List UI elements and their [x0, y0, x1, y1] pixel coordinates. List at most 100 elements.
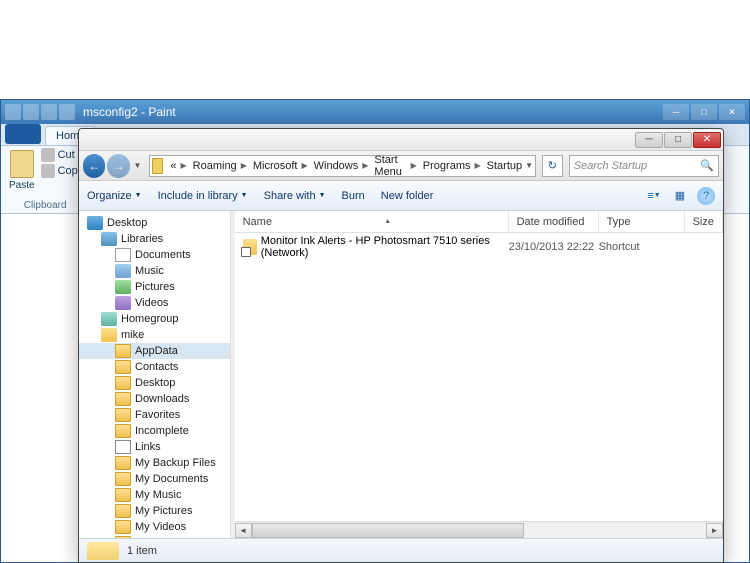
breadcrumb[interactable]: Start Menu▶ — [371, 154, 419, 178]
breadcrumb[interactable]: Roaming▶ — [190, 160, 250, 172]
folder-icon — [115, 344, 131, 358]
paint-titlebar[interactable]: msconfig2 - Paint ─ □ ✕ — [1, 100, 749, 124]
search-input[interactable]: Search Startup 🔍 — [569, 155, 719, 177]
file-name: Monitor Ink Alerts - HP Photosmart 7510 … — [261, 235, 509, 259]
tree-item[interactable]: Incomplete — [79, 423, 230, 439]
paint-maximize-button[interactable]: □ — [691, 104, 717, 120]
help-button[interactable]: ? — [697, 187, 715, 205]
share-with-button[interactable]: Share with▼ — [264, 190, 326, 202]
folder-icon — [115, 472, 131, 486]
file-list[interactable]: Monitor Ink Alerts - HP Photosmart 7510 … — [235, 233, 723, 521]
view-options-button[interactable]: ≡▼ — [645, 187, 663, 205]
breadcrumb[interactable]: Windows▶ — [311, 160, 372, 172]
undo-icon[interactable] — [41, 104, 57, 120]
tree-item-label: Documents — [135, 249, 191, 261]
tree-item[interactable]: Homegroup — [79, 311, 230, 327]
tree-item[interactable]: Libraries — [79, 231, 230, 247]
save-icon[interactable] — [23, 104, 39, 120]
tree-item[interactable]: AppData — [79, 343, 230, 359]
tree-item[interactable]: Downloads — [79, 391, 230, 407]
file-area: Name▲ Date modified Type Size Monitor In… — [235, 211, 723, 538]
folder-icon — [115, 536, 131, 538]
explorer-toolbar: Organize▼ Include in library▼ Share with… — [79, 181, 723, 211]
include-in-library-button[interactable]: Include in library▼ — [158, 190, 248, 202]
column-type[interactable]: Type — [599, 211, 685, 232]
preview-pane-button[interactable]: ▦ — [671, 187, 689, 205]
tree-item-label: Incomplete — [135, 425, 189, 437]
tree-item[interactable]: Favorites — [79, 407, 230, 423]
tree-item[interactable]: My Videos — [79, 519, 230, 535]
nav-history-dropdown[interactable]: ▼ — [132, 156, 143, 176]
column-headers: Name▲ Date modified Type Size — [235, 211, 723, 233]
tree-item[interactable]: Desktop — [79, 375, 230, 391]
tree-item[interactable]: Documents — [79, 247, 230, 263]
column-date[interactable]: Date modified — [509, 211, 599, 232]
folder-icon — [115, 520, 131, 534]
back-button[interactable]: ← — [83, 154, 105, 178]
folder-icon — [115, 456, 131, 470]
copy-icon — [41, 164, 55, 178]
breadcrumb-overflow[interactable]: «▶ — [167, 160, 189, 172]
organize-button[interactable]: Organize▼ — [87, 190, 142, 202]
tree-item[interactable]: My Pictures — [79, 503, 230, 519]
explorer-titlebar[interactable]: ─ □ ✕ — [79, 129, 723, 151]
scroll-right-button[interactable]: ► — [706, 523, 723, 538]
explorer-close-button[interactable]: ✕ — [693, 132, 721, 148]
paint-minimize-button[interactable]: ─ — [663, 104, 689, 120]
paste-icon — [10, 150, 34, 178]
scroll-track[interactable] — [252, 523, 706, 538]
ribbon-group-clipboard: Paste Cut Copy Clipboard — [1, 146, 90, 213]
burn-button[interactable]: Burn — [342, 190, 365, 202]
tree-item-label: My Backup Files — [135, 457, 216, 469]
breadcrumb[interactable]: Startup — [484, 160, 525, 172]
tree-item-label: AppData — [135, 345, 178, 357]
tree-item[interactable]: Desktop — [79, 215, 230, 231]
tree-item[interactable]: mike — [79, 327, 230, 343]
explorer-navbar: ← → ▼ «▶ Roaming▶ Microsoft▶ Windows▶ St… — [79, 151, 723, 181]
cut-button[interactable]: Cut — [41, 148, 84, 162]
paint-file-menu[interactable] — [5, 124, 41, 144]
tree-item[interactable]: My Documents — [79, 471, 230, 487]
breadcrumb[interactable]: Microsoft▶ — [250, 160, 311, 172]
column-size[interactable]: Size — [685, 211, 723, 232]
tree-item[interactable]: Saved Games — [79, 535, 230, 538]
address-bar[interactable]: «▶ Roaming▶ Microsoft▶ Windows▶ Start Me… — [149, 155, 536, 177]
tree-item-label: Music — [135, 265, 164, 277]
explorer-minimize-button[interactable]: ─ — [635, 132, 663, 148]
status-text: 1 item — [127, 545, 157, 557]
paint-icon — [5, 104, 21, 120]
status-bar: 1 item — [79, 538, 723, 562]
tree-item[interactable]: Pictures — [79, 279, 230, 295]
horizontal-scrollbar[interactable]: ◄ ► — [235, 521, 723, 538]
scroll-thumb[interactable] — [252, 523, 525, 538]
tree-item[interactable]: Links — [79, 439, 230, 455]
tree-item-label: My Pictures — [135, 505, 192, 517]
tree-item[interactable]: Music — [79, 263, 230, 279]
file-row[interactable]: Monitor Ink Alerts - HP Photosmart 7510 … — [235, 233, 723, 261]
tree-item[interactable]: Contacts — [79, 359, 230, 375]
redo-icon[interactable] — [59, 104, 75, 120]
tree-item-label: My Videos — [135, 521, 186, 533]
address-dropdown[interactable]: ▼ — [525, 161, 533, 170]
refresh-button[interactable]: ↻ — [542, 155, 563, 177]
paint-close-button[interactable]: ✕ — [719, 104, 745, 120]
column-name[interactable]: Name▲ — [235, 211, 509, 232]
tree-item[interactable]: My Music — [79, 487, 230, 503]
paste-button[interactable]: Paste — [7, 148, 37, 193]
explorer-maximize-button[interactable]: □ — [664, 132, 692, 148]
tree-item-label: Pictures — [135, 281, 175, 293]
link-icon — [115, 440, 131, 454]
navigation-tree[interactable]: DesktopLibrariesDocumentsMusicPicturesVi… — [79, 211, 231, 538]
tree-item[interactable]: Videos — [79, 295, 230, 311]
tree-item[interactable]: My Backup Files — [79, 455, 230, 471]
new-folder-button[interactable]: New folder — [381, 190, 434, 202]
paint-qat — [5, 104, 75, 120]
forward-button[interactable]: → — [107, 154, 129, 178]
tree-item-label: Contacts — [135, 361, 178, 373]
lib-icon — [101, 232, 117, 246]
folder-icon — [152, 158, 163, 174]
scroll-left-button[interactable]: ◄ — [235, 523, 252, 538]
tree-item-label: Links — [135, 441, 161, 453]
copy-button[interactable]: Copy — [41, 164, 84, 178]
breadcrumb[interactable]: Programs▶ — [420, 160, 484, 172]
